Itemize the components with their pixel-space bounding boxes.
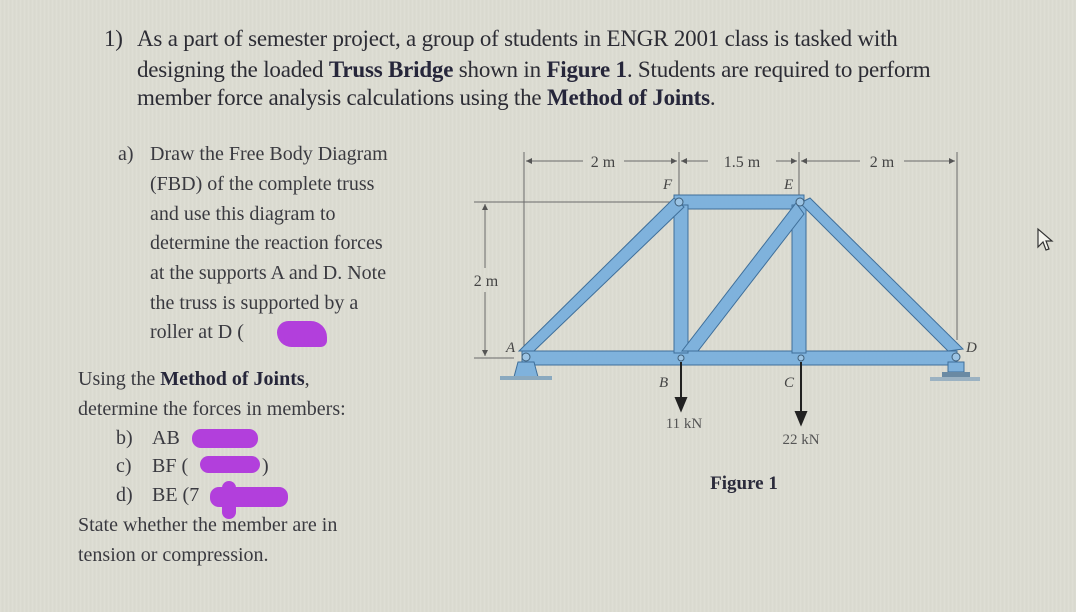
member-af: [517, 197, 685, 352]
arrowhead: [482, 204, 488, 210]
ground-d: [930, 377, 980, 381]
load-label-c: 22 kN: [782, 432, 819, 448]
arrowhead: [526, 158, 532, 164]
load-label-b: 11 kN: [666, 416, 703, 432]
member-ed: [799, 197, 965, 352]
arrowhead: [949, 158, 955, 164]
pin-b: [677, 354, 685, 362]
joint-label-d: D: [965, 340, 977, 356]
pin-a: [521, 352, 531, 362]
pin-e: [795, 197, 805, 207]
arrowhead: [671, 158, 677, 164]
arrowhead: [482, 350, 488, 356]
arrowhead: [794, 411, 808, 427]
joint-label-c: C: [784, 375, 795, 391]
dim-label-af: 2 m: [591, 154, 616, 171]
joint-label-b: B: [659, 375, 668, 391]
member-fe: [673, 194, 805, 210]
member-be: [680, 202, 805, 352]
roller-support-d: [947, 361, 965, 373]
arrowhead: [674, 397, 688, 413]
arrowhead: [801, 158, 807, 164]
pin-c: [797, 354, 805, 362]
member-bottom-chord: [521, 350, 958, 366]
dim-label-fe: 1.5 m: [724, 154, 761, 171]
truss-figure: 2 m 1.5 m 2 m 2 m 11 kN 22 kN A B C D E …: [474, 152, 980, 494]
pin-support-a: [513, 361, 539, 378]
pin-d: [951, 352, 961, 362]
member-bf: [673, 204, 689, 354]
joint-label-a: A: [505, 340, 516, 356]
load-arrows: [674, 362, 808, 427]
joint-label-e: E: [783, 177, 793, 193]
arrowhead: [791, 158, 797, 164]
dim-label-height: 2 m: [474, 273, 499, 290]
truss-members: [517, 194, 965, 366]
mouse-cursor-icon: [1037, 227, 1054, 251]
pin-f: [674, 197, 684, 207]
dim-label-ed: 2 m: [870, 154, 895, 171]
ground-a: [500, 376, 552, 380]
arrowhead: [681, 158, 687, 164]
rollers-d: [942, 372, 970, 377]
figure-caption: Figure 1: [710, 473, 778, 494]
joint-label-f: F: [662, 177, 673, 193]
